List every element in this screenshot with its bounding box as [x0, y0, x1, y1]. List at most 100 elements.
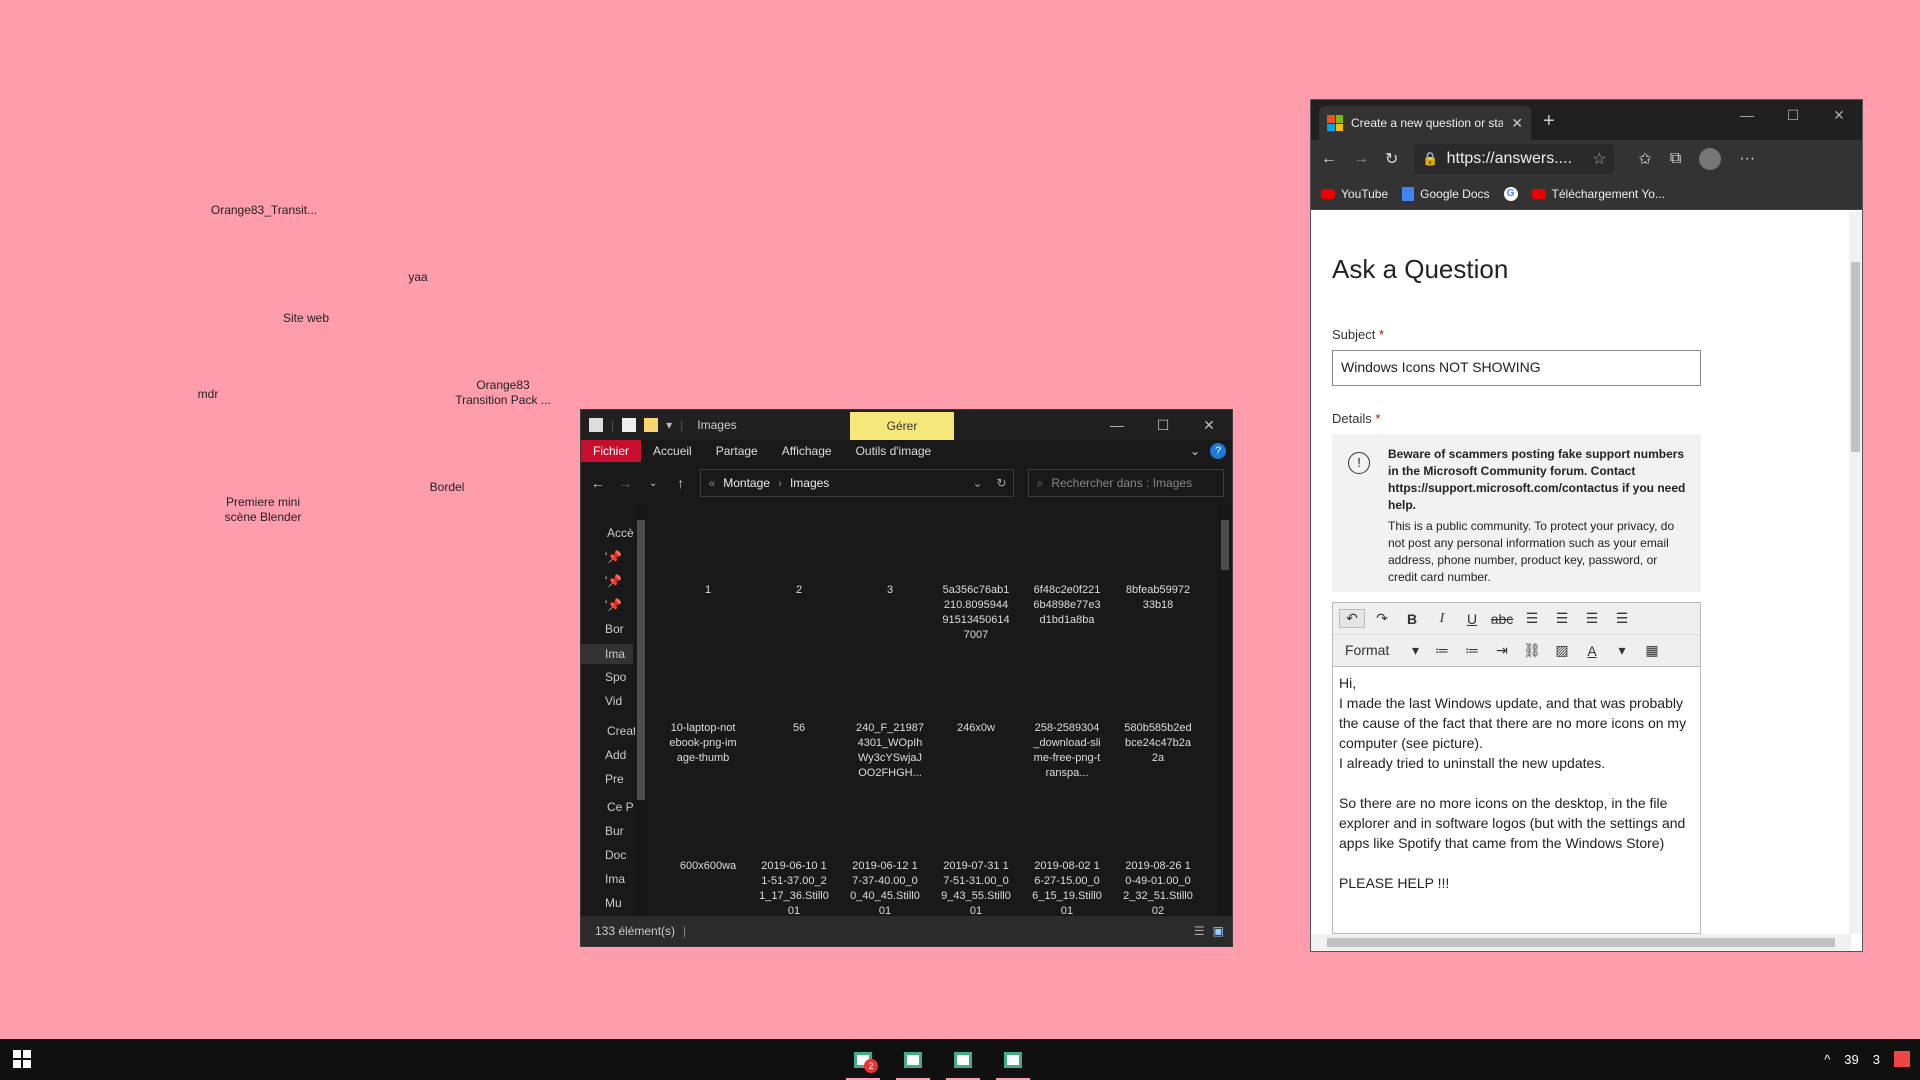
desktop-item[interactable]: Premiere mini scène Blender [213, 495, 313, 525]
back-arrow-icon[interactable]: ← [1321, 150, 1337, 168]
format-dropdown[interactable]: Format ▾ [1339, 642, 1425, 659]
indent-icon[interactable]: ⇥ [1489, 642, 1515, 659]
nav-item[interactable]: Mu [605, 896, 631, 910]
bullet-list-icon[interactable]: ≔ [1429, 642, 1455, 659]
breadcrumb-item[interactable]: Montage [723, 476, 770, 490]
table-icon[interactable]: ▦ [1639, 642, 1665, 659]
file-item[interactable]: 2019-06-12 17-37-40.00_00_40_45.Still001 [850, 859, 920, 919]
file-item[interactable]: 6f48c2e0f2216b4898e77e3d1bd1a8ba [1032, 583, 1102, 628]
refresh-icon[interactable]: ↻ [997, 476, 1007, 490]
maximize-button[interactable]: ☐ [1140, 410, 1186, 440]
properties-icon[interactable] [622, 418, 637, 432]
taskbar-app[interactable]: 2 [844, 1039, 882, 1080]
desktop-item[interactable]: Site web [266, 311, 346, 326]
file-item[interactable]: 2019-06-10 11-51-37.00_21_17_36.Still001 [759, 859, 829, 919]
text-color-icon[interactable]: A [1579, 643, 1605, 659]
back-arrow-icon[interactable]: ← [589, 475, 607, 491]
file-item[interactable]: 240_F_219874301_WOpIhWy3cYSwjaJOO2FHGH..… [855, 721, 925, 781]
favorites-icon[interactable]: ✩ [1638, 149, 1651, 169]
taskbar-app[interactable] [994, 1039, 1032, 1080]
forward-arrow-icon[interactable]: → [617, 475, 635, 491]
bookmark-youtube[interactable]: YouTube [1321, 187, 1388, 201]
breadcrumb-item[interactable]: Images [790, 476, 829, 490]
large-icons-view-icon[interactable]: ▣ [1213, 924, 1224, 938]
nav-scrollbar[interactable] [635, 504, 647, 914]
file-item[interactable]: 2019-08-26 10-49-01.00_02_32_51.Still002 [1123, 859, 1193, 919]
nav-item[interactable]: Bor [605, 622, 631, 636]
browser-tab[interactable]: Create a new question or start a ✕ [1319, 106, 1531, 140]
file-item[interactable]: 8bfeab5997233b18 [1123, 583, 1193, 613]
file-item[interactable]: 580b585b2edbce24c47b2a2a [1123, 721, 1193, 766]
nav-item-selected[interactable]: Ima [581, 644, 633, 664]
tray-value[interactable]: 39 [1844, 1052, 1858, 1067]
desktop-item[interactable]: yaa [378, 270, 458, 285]
file-item[interactable]: 2 [759, 583, 839, 598]
desktop-item[interactable]: Orange83_Transit... [204, 203, 324, 218]
profile-avatar[interactable] [1699, 148, 1722, 170]
search-field[interactable]: ⌕ Rechercher dans : Images [1027, 469, 1224, 497]
taskbar-app[interactable] [944, 1039, 982, 1080]
align-center-icon[interactable]: ☰ [1549, 610, 1575, 627]
close-button[interactable]: ✕ [1186, 410, 1232, 440]
file-item[interactable]: 2019-08-02 16-27-15.00_06_15_19.Still001 [1032, 859, 1102, 919]
favorite-star-icon[interactable]: ☆ [1592, 149, 1606, 169]
desktop-item[interactable]: Bordel [407, 480, 487, 495]
notification-icon[interactable] [1894, 1051, 1910, 1067]
tab-file[interactable]: Fichier [581, 440, 642, 462]
nav-item[interactable]: Doc [605, 848, 631, 862]
bookmark-google[interactable]: G [1503, 186, 1518, 201]
file-item[interactable]: 10-laptop-notebook-png-image-thumb [668, 721, 738, 766]
close-button[interactable]: ✕ [1816, 100, 1862, 130]
strikethrough-icon[interactable]: abc [1489, 611, 1515, 627]
justify-icon[interactable]: ☰ [1609, 610, 1635, 627]
collections-icon[interactable]: ⧉ [1670, 150, 1681, 168]
page-vertical-scrollbar[interactable] [1849, 212, 1862, 934]
nav-item[interactable]: Creat [607, 724, 637, 738]
tab-home[interactable]: Accueil [641, 440, 704, 462]
details-view-icon[interactable]: ☰ [1194, 924, 1205, 938]
link-icon[interactable]: ⛓ [1519, 642, 1545, 659]
pin-icon[interactable]: '📌 [605, 574, 631, 588]
redo-icon[interactable]: ↷ [1369, 610, 1395, 627]
taskbar-app[interactable] [894, 1039, 932, 1080]
refresh-icon[interactable]: ↻ [1385, 149, 1398, 169]
up-arrow-icon[interactable]: ↑ [672, 475, 690, 491]
nav-item[interactable]: Pre [605, 772, 631, 786]
editor-content[interactable]: Hi, I made the last Windows update, and … [1333, 667, 1700, 899]
underline-icon[interactable]: U [1459, 611, 1485, 627]
address-bar[interactable]: « Montage › Images ⌄ ↻ [699, 469, 1014, 497]
pin-icon[interactable]: '📌 [605, 598, 631, 612]
breadcrumb-overflow-icon[interactable]: « [709, 476, 716, 490]
pin-icon[interactable]: '📌 [605, 550, 631, 564]
image-icon[interactable]: ▨ [1549, 642, 1575, 659]
align-right-icon[interactable]: ☰ [1579, 610, 1605, 627]
undo-icon[interactable]: ↶ [1339, 609, 1365, 628]
more-menu-icon[interactable]: ··· [1739, 150, 1755, 168]
minimize-button[interactable]: — [1724, 100, 1770, 130]
file-item[interactable]: 2019-07-31 17-51-31.00_09_43_55.Still001 [941, 859, 1011, 919]
chevron-up-icon[interactable]: ^ [1824, 1052, 1830, 1067]
expand-ribbon-icon[interactable]: ⌄ [1190, 444, 1200, 458]
desktop-item[interactable]: Orange83 Transition Pack ... [448, 378, 558, 408]
quick-access-dropdown-icon[interactable]: ▾ [666, 418, 672, 432]
help-icon[interactable]: ? [1210, 443, 1226, 459]
numbered-list-icon[interactable]: ≔ [1459, 642, 1485, 659]
recent-locations-icon[interactable]: ⌄ [644, 478, 662, 489]
tab-image-tools[interactable]: Outils d'image [844, 440, 944, 462]
chevron-down-icon[interactable]: ▾ [1609, 642, 1635, 659]
maximize-button[interactable]: ☐ [1770, 100, 1816, 130]
file-item[interactable]: 5a356c76ab1210.809594491513450614 7007 [941, 583, 1011, 643]
file-item[interactable]: 246x0w [941, 721, 1011, 736]
page-horizontal-scrollbar[interactable] [1311, 934, 1851, 951]
file-item[interactable]: 3 [850, 583, 930, 598]
bold-icon[interactable]: B [1399, 611, 1425, 627]
file-grid-scrollbar[interactable] [1218, 504, 1232, 914]
bookmark-google-docs[interactable]: Google Docs [1402, 186, 1490, 201]
address-bar[interactable]: 🔒 https://answers.... ☆ [1414, 144, 1615, 174]
file-item[interactable]: 600x600wa [668, 859, 748, 874]
align-left-icon[interactable]: ☰ [1519, 610, 1545, 627]
bookmark-telechargement[interactable]: Téléchargement Yo... [1531, 187, 1665, 201]
minimize-button[interactable]: — [1094, 410, 1140, 440]
windows-start-icon[interactable] [13, 1050, 31, 1068]
close-tab-icon[interactable]: ✕ [1511, 115, 1523, 132]
